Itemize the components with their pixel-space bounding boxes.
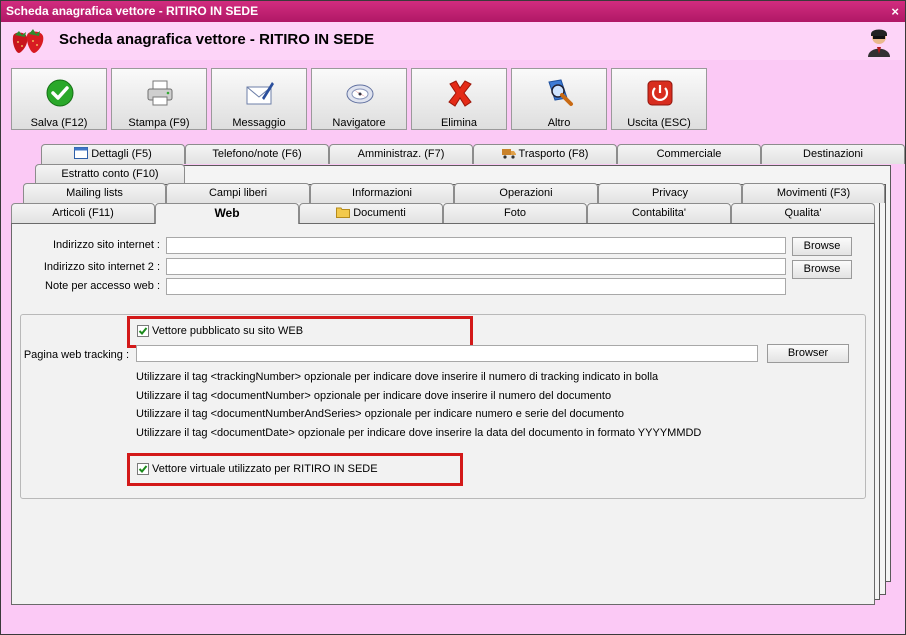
tab-row-3: Mailing lists Campi liberi Informazioni …	[23, 183, 885, 203]
tab-row-1: Dettagli (F5) Telefono/note (F6) Amminis…	[41, 144, 905, 164]
tab-estratto-conto[interactable]: Estratto conto (F10)	[35, 164, 185, 184]
delete-button[interactable]: Elimina	[411, 68, 507, 130]
tab-campi-liberi-label: Campi liberi	[208, 187, 268, 199]
tab-articoli[interactable]: Articoli (F11)	[11, 203, 155, 223]
title-bar: Scheda anagrafica vettore - RITIRO IN SE…	[1, 1, 905, 22]
browse-sito-2-button[interactable]: Browse	[792, 260, 852, 279]
exit-button-label: Uscita (ESC)	[627, 117, 691, 129]
tab-commerciale[interactable]: Commerciale	[617, 144, 761, 164]
tab-trasporto-label: Trasporto (F8)	[518, 148, 589, 160]
tab-movimenti[interactable]: Movimenti (F3)	[742, 183, 885, 203]
header: Scheda anagrafica vettore - RITIRO IN SE…	[1, 22, 905, 60]
message-button-label: Messaggio	[232, 117, 286, 129]
tab-telefono-note-label: Telefono/note (F6)	[212, 148, 302, 160]
tab-qualita[interactable]: Qualita'	[731, 203, 875, 223]
strawberry-icon	[12, 29, 44, 53]
tab-informazioni-label: Informazioni	[352, 187, 412, 199]
tab-documenti[interactable]: Documenti	[299, 203, 443, 223]
window-title: Scheda anagrafica vettore - RITIRO IN SE…	[6, 4, 259, 18]
exit-button[interactable]: Uscita (ESC)	[611, 68, 707, 130]
tab-documenti-label: Documenti	[353, 207, 406, 219]
tab-foto[interactable]: Foto	[443, 203, 587, 223]
folder-icon	[336, 207, 351, 218]
navigator-button[interactable]: Navigatore	[311, 68, 407, 130]
tab-operazioni[interactable]: Operazioni	[454, 183, 598, 203]
tab-amministrazione-label: Amministraz. (F7)	[357, 148, 445, 160]
sito-internet-2-label: Indirizzo sito internet 2 :	[43, 261, 160, 273]
tab-mailing-lists-label: Mailing lists	[66, 187, 123, 199]
application-window: Scheda anagrafica vettore - RITIRO IN SE…	[0, 0, 906, 635]
pagina-web-tracking-input[interactable]	[136, 345, 758, 362]
tab-web-label: Web	[214, 206, 240, 220]
tab-telefono-note[interactable]: Telefono/note (F6)	[185, 144, 329, 164]
tab-commerciale-label: Commerciale	[656, 148, 722, 160]
close-icon[interactable]: ×	[886, 1, 899, 22]
tab-informazioni[interactable]: Informazioni	[310, 183, 454, 203]
tab-contabilita[interactable]: Contabilita'	[587, 203, 731, 223]
power-icon	[647, 80, 673, 106]
tab-contabilita-label: Contabilita'	[631, 207, 687, 219]
tab-dettagli-label: Dettagli (F5)	[91, 148, 152, 160]
browser-button[interactable]: Browser	[767, 344, 849, 363]
window-icon	[74, 147, 89, 159]
tab-operazioni-label: Operazioni	[499, 187, 553, 199]
hint-document-number: Utilizzare il tag <documentNumber> opzio…	[136, 390, 612, 402]
checkmark-icon	[46, 79, 74, 107]
truck-icon	[501, 149, 516, 159]
delete-button-label: Elimina	[440, 117, 478, 129]
pagina-web-tracking-label: Pagina web tracking :	[23, 349, 129, 361]
hint-document-date: Utilizzare il tag <documentDate> opziona…	[136, 427, 702, 439]
search-document-icon	[548, 79, 573, 106]
note-accesso-web-input[interactable]	[166, 278, 786, 295]
tab-mailing-lists[interactable]: Mailing lists	[23, 183, 166, 203]
print-button-label: Stampa (F9)	[128, 117, 190, 129]
tab-campi-liberi[interactable]: Campi liberi	[166, 183, 310, 203]
tab-estratto-conto-label: Estratto conto (F10)	[61, 168, 159, 180]
user-agent-icon[interactable]	[865, 27, 893, 57]
tab-privacy-label: Privacy	[651, 187, 689, 199]
navigator-button-label: Navigatore	[332, 117, 386, 129]
tab-web[interactable]: Web	[155, 203, 299, 224]
tab-row-2: Estratto conto (F10)	[35, 164, 185, 184]
web-tracking-group: Vettore pubblicato su sito WEB Pagina we…	[20, 314, 866, 499]
more-button-label: Altro	[547, 117, 571, 129]
highlight-box-virtuale	[127, 453, 463, 486]
web-tab-panel: Indirizzo sito internet : Browse Indiriz…	[11, 223, 875, 605]
delete-x-icon	[448, 80, 472, 107]
tab-amministrazione[interactable]: Amministraz. (F7)	[329, 144, 473, 164]
message-button[interactable]: Messaggio	[211, 68, 307, 130]
save-button[interactable]: Salva (F12)	[11, 68, 107, 130]
more-button[interactable]: Altro	[511, 68, 607, 130]
tab-row-4: Articoli (F11) Web Documenti Foto Contab…	[11, 203, 875, 224]
tab-privacy[interactable]: Privacy	[598, 183, 742, 203]
sito-internet-2-input[interactable]	[166, 258, 786, 275]
tab-destinazioni-label: Destinazioni	[803, 148, 863, 160]
page-title: Scheda anagrafica vettore - RITIRO IN SE…	[59, 31, 375, 48]
tab-qualita-label: Qualita'	[784, 207, 822, 219]
hint-document-number-series: Utilizzare il tag <documentNumberAndSeri…	[136, 408, 624, 420]
note-accesso-web-label: Note per accesso web :	[45, 280, 160, 292]
save-button-label: Salva (F12)	[30, 117, 88, 129]
highlight-box-pubblicato	[127, 316, 473, 348]
tab-foto-label: Foto	[503, 207, 526, 219]
compass-icon	[346, 84, 374, 104]
sito-internet-label: Indirizzo sito internet :	[53, 239, 160, 251]
tab-trasporto[interactable]: Trasporto (F8)	[473, 144, 617, 164]
print-button[interactable]: Stampa (F9)	[111, 68, 207, 130]
tab-destinazioni[interactable]: Destinazioni	[761, 144, 905, 164]
tab-articoli-label: Articoli (F11)	[52, 207, 114, 219]
tab-movimenti-label: Movimenti (F3)	[776, 187, 851, 199]
hint-tracking-number: Utilizzare il tag <trackingNumber> opzio…	[136, 371, 659, 383]
tab-dettagli[interactable]: Dettagli (F5)	[41, 144, 185, 164]
envelope-icon	[246, 82, 274, 105]
printer-icon	[147, 80, 173, 106]
browse-sito-button[interactable]: Browse	[792, 237, 852, 256]
sito-internet-input[interactable]	[166, 237, 786, 254]
